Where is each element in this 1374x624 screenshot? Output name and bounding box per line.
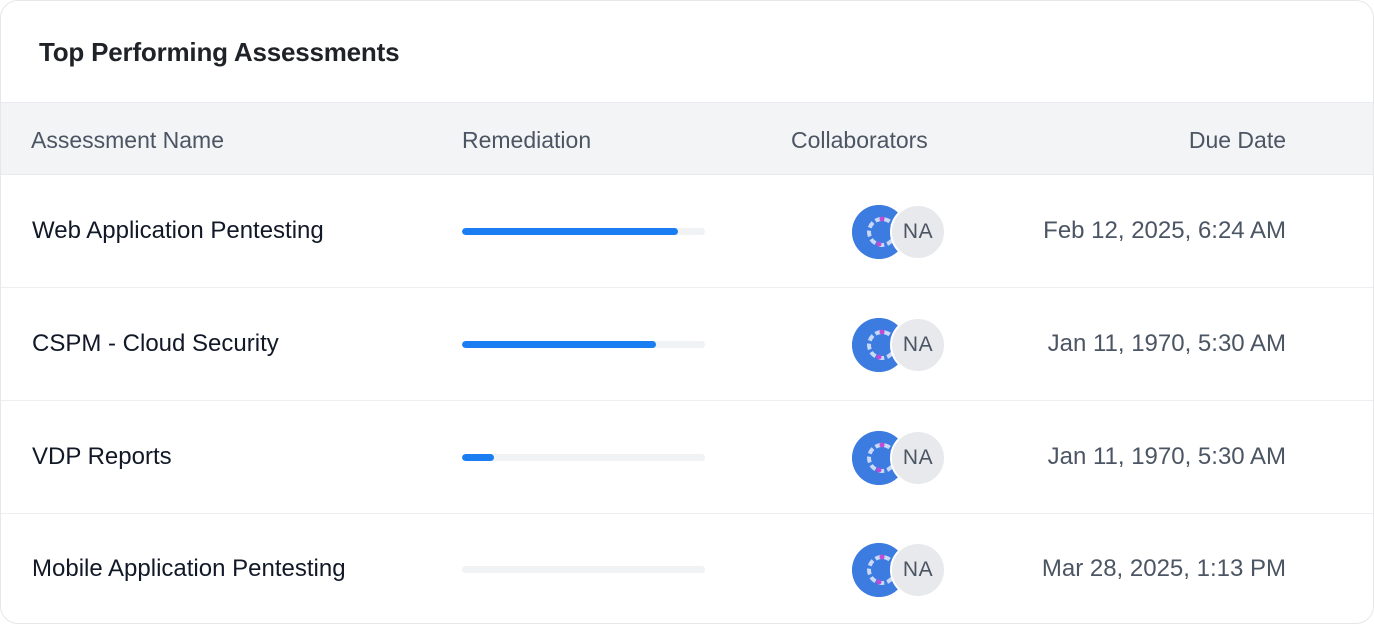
table-row[interactable]: Mobile Application Pentesting NA Mar 28,… bbox=[1, 513, 1373, 623]
remediation-progress-bar bbox=[462, 228, 705, 235]
assessment-name[interactable]: CSPM - Cloud Security bbox=[32, 330, 279, 358]
table-row[interactable]: VDP Reports NA Jan 11, 1970, 5:30 AM bbox=[1, 401, 1373, 514]
collaborator-avatars[interactable]: NA bbox=[852, 317, 948, 373]
due-date: Feb 12, 2025, 6:24 AM bbox=[1043, 217, 1286, 244]
assessment-name[interactable]: VDP Reports bbox=[32, 443, 172, 471]
collaborator-avatars[interactable]: NA bbox=[852, 430, 948, 486]
collaborator-initials-avatar[interactable]: NA bbox=[890, 542, 946, 598]
remediation-progress-fill bbox=[462, 341, 657, 348]
column-header-collaborators[interactable]: Collaborators bbox=[791, 127, 928, 153]
table-row[interactable]: Web Application Pentesting NA Feb 12, 20… bbox=[1, 175, 1373, 288]
remediation-progress-bar bbox=[462, 341, 705, 348]
remediation-progress-bar bbox=[462, 566, 705, 573]
table-header: Assessment Name Remediation Collaborator… bbox=[1, 102, 1373, 175]
due-date: Mar 28, 2025, 1:13 PM bbox=[1041, 555, 1286, 582]
collaborator-avatars[interactable]: NA bbox=[852, 542, 948, 598]
top-performing-assessments-card: Top Performing Assessments Assessment Na… bbox=[0, 0, 1374, 624]
column-header-due-date[interactable]: Due Date bbox=[1189, 127, 1286, 153]
remediation-progress-fill bbox=[462, 454, 494, 461]
collaborator-initials-avatar[interactable]: NA bbox=[890, 317, 946, 373]
collaborator-avatars[interactable]: NA bbox=[852, 204, 948, 260]
collaborator-initials-avatar[interactable]: NA bbox=[890, 430, 946, 486]
assessment-name[interactable]: Web Application Pentesting bbox=[32, 217, 324, 245]
card-title: Top Performing Assessments bbox=[39, 37, 400, 67]
column-header-assessment-name[interactable]: Assessment Name bbox=[31, 127, 224, 153]
remediation-progress-fill bbox=[462, 228, 679, 235]
assessment-name[interactable]: Mobile Application Pentesting bbox=[32, 555, 346, 583]
table-row[interactable]: CSPM - Cloud Security NA Jan 11, 1970, 5… bbox=[1, 288, 1373, 401]
collaborator-initials-avatar[interactable]: NA bbox=[890, 204, 946, 260]
column-header-remediation[interactable]: Remediation bbox=[462, 127, 591, 153]
due-date: Jan 11, 1970, 5:30 AM bbox=[1047, 443, 1286, 470]
due-date: Jan 11, 1970, 5:30 AM bbox=[1047, 330, 1286, 357]
remediation-progress-bar bbox=[462, 454, 705, 461]
